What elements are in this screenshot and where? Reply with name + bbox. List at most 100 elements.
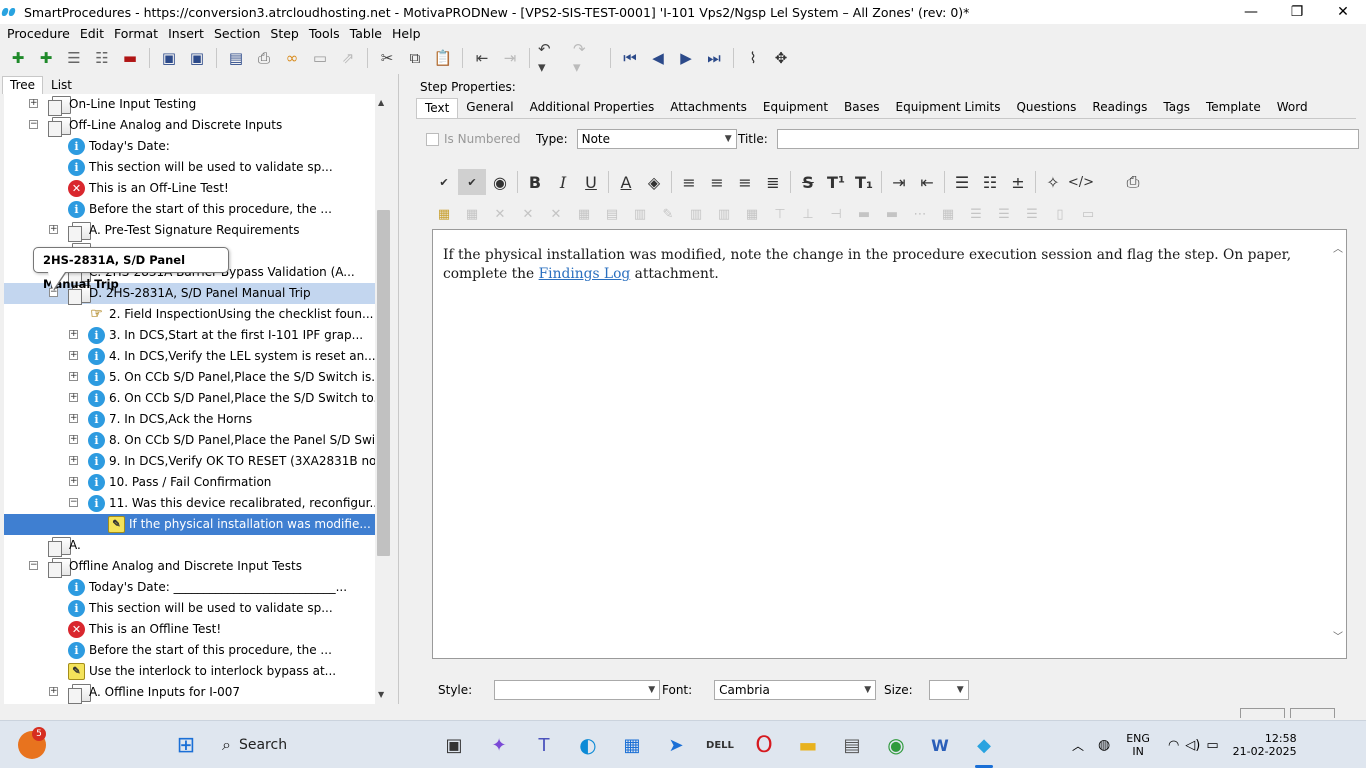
delete-icon[interactable]: ▬ [119, 47, 141, 69]
tab-text[interactable]: Text [416, 98, 459, 118]
strikethrough-icon[interactable]: S [794, 169, 822, 195]
insert-col-left-icon[interactable]: ▥ [685, 204, 707, 224]
indent-list-icon[interactable]: ☰ [63, 47, 85, 69]
move-right-icon[interactable]: ⇥ [499, 47, 521, 69]
publish-icon[interactable]: ▤ [225, 47, 247, 69]
insert-row-above-icon[interactable]: ⊤ [769, 204, 791, 224]
collapse-icon[interactable]: − [69, 498, 78, 507]
first-icon[interactable]: ⏮ [619, 47, 641, 69]
windows-start-icon[interactable]: ⊞ [172, 731, 200, 759]
next-icon[interactable]: ▶ [675, 47, 697, 69]
tree-row[interactable]: + i 8. On CCb S/D Panel,Place the Panel S/… [4, 430, 375, 451]
tree-row[interactable]: ✕ This is an Offline Test! [4, 619, 375, 640]
tree-row[interactable]: + A. Offline Inputs for I-007 [4, 682, 375, 704]
tree-row[interactable]: i This section will be used to validate s… [4, 598, 375, 619]
volume-icon[interactable]: ◁) [1185, 738, 1200, 753]
menu-help[interactable]: Help [387, 26, 426, 41]
dell-icon[interactable]: DELL [706, 731, 734, 759]
save-icon[interactable]: ▣ [186, 47, 208, 69]
language-indicator[interactable]: ENG IN [1126, 732, 1150, 758]
tree-row[interactable]: + On-Line Input Testing [4, 94, 375, 116]
copilot-icon[interactable]: ✦ [485, 731, 513, 759]
editor-scrollbar[interactable]: ︿ ﹀ [1330, 230, 1346, 658]
tab-attachments[interactable]: Attachments [662, 98, 755, 118]
align-middle-icon[interactable]: ☰ [993, 204, 1015, 224]
menu-insert[interactable]: Insert [163, 26, 209, 41]
font-select[interactable]: Cambria ▼ [714, 680, 877, 700]
horizontal-rule-icon[interactable]: ± [1004, 169, 1032, 195]
cell-props-icon[interactable]: ▦ [573, 204, 595, 224]
add-child-icon[interactable]: ✚ [35, 47, 57, 69]
edge-icon[interactable]: ◐ [574, 731, 602, 759]
style-select[interactable]: ▼ [494, 680, 661, 700]
word-icon[interactable]: W [926, 731, 954, 759]
tree-row[interactable]: ✎ If the physical installation was modifi… [4, 514, 375, 535]
tree-row[interactable]: + i 5. On CCb S/D Panel,Place the S/D Swit… [4, 367, 375, 388]
align-left-icon[interactable]: ≡ [675, 169, 703, 195]
tab-bases[interactable]: Bases [836, 98, 887, 118]
menu-section[interactable]: Section [209, 26, 265, 41]
tab-additional-properties[interactable]: Additional Properties [522, 98, 663, 118]
move-left-icon[interactable]: ⇤ [471, 47, 493, 69]
wifi-icon[interactable]: ◠ [1168, 738, 1179, 753]
highlight-icon[interactable]: ◈ [640, 169, 668, 195]
task-view-icon[interactable]: ▣ [440, 731, 468, 759]
column-width-icon[interactable]: ▯ [1049, 204, 1071, 224]
align-center-icon[interactable]: ≡ [703, 169, 731, 195]
step-text-editor[interactable]: If the physical installation was modifie… [432, 229, 1347, 659]
tree-row[interactable]: + A. Pre-Test Signature Requirements [4, 220, 375, 242]
tree-row[interactable]: − i 11. Was this device recalibrated, reco… [4, 493, 375, 514]
tree-row[interactable]: − Offline Analog and Discrete Input Tests [4, 556, 375, 578]
clock[interactable]: 12:58 21-02-2025 [1233, 732, 1297, 758]
expand-icon[interactable]: + [69, 372, 78, 381]
scrollbar-thumb[interactable] [377, 210, 390, 556]
edit-cell-icon[interactable]: ✎ [657, 204, 679, 224]
move-icon[interactable]: ✥ [770, 47, 792, 69]
tree-row[interactable]: i Today's Date: [4, 136, 375, 157]
tree-row[interactable]: + i 9. In DCS,Verify OK TO RESET (3XA2831B… [4, 451, 375, 472]
expand-icon[interactable]: + [69, 456, 78, 465]
chevron-up-icon[interactable]: ︿ [1072, 737, 1084, 754]
tab-tree[interactable]: Tree [2, 76, 44, 94]
outdent-icon[interactable]: ⇤ [913, 169, 941, 195]
size-select[interactable]: ▼ [928, 680, 969, 700]
subscript-icon[interactable]: T₁ [850, 169, 878, 195]
opera-icon[interactable]: O [750, 731, 778, 759]
menu-procedure[interactable]: Procedure [2, 26, 75, 41]
taskbar-search[interactable]: ⌕ Search [212, 729, 432, 761]
grid-icon[interactable]: ▦ [937, 204, 959, 224]
tab-list[interactable]: List [43, 76, 80, 94]
findings-log-link[interactable]: Findings Log [539, 266, 631, 282]
tree-row[interactable]: + i 4. In DCS,Verify the LEL system is res… [4, 346, 375, 367]
app-icon[interactable]: ▤ [838, 731, 866, 759]
justify-icon[interactable]: ≣ [759, 169, 787, 195]
tab-tags[interactable]: Tags [1155, 98, 1198, 118]
app-icon[interactable]: ➤ [662, 731, 690, 759]
menu-format[interactable]: Format [109, 26, 163, 41]
tab-readings[interactable]: Readings [1084, 98, 1155, 118]
network-status-icon[interactable]: ◍ [1098, 737, 1110, 753]
delete-col-icon[interactable]: ✕ [545, 204, 567, 224]
expand-icon[interactable]: + [49, 687, 58, 696]
type-select[interactable]: Note ▼ [576, 129, 737, 149]
tree-row[interactable]: + i 6. On CCb S/D Panel,Place the S/D Swit… [4, 388, 375, 409]
tab-equipment-limits[interactable]: Equipment Limits [888, 98, 1009, 118]
tree-row[interactable]: + i 7. In DCS,Ack the Horns [4, 409, 375, 430]
outdent-list-icon[interactable]: ☷ [91, 47, 113, 69]
spell-check-icon[interactable]: ✔ [430, 169, 458, 195]
numbered-list-icon[interactable]: ☷ [976, 169, 1004, 195]
cut-icon[interactable]: ✂ [376, 47, 398, 69]
pane-splitter[interactable] [398, 74, 406, 704]
save-copy-icon[interactable]: ▣ [158, 47, 180, 69]
export-icon[interactable]: ⇗ [337, 47, 359, 69]
redo-icon[interactable]: ↷ ▾ [573, 40, 595, 76]
last-icon[interactable]: ⏭ [703, 47, 725, 69]
tab-questions[interactable]: Questions [1008, 98, 1084, 118]
print-preview-icon[interactable]: ⎙ [1119, 169, 1147, 195]
expand-icon[interactable]: + [69, 414, 78, 423]
scroll-up-icon[interactable]: ▲ [378, 98, 384, 107]
split-cell-icon[interactable]: ▬ [881, 204, 903, 224]
menu-edit[interactable]: Edit [75, 26, 109, 41]
menu-step[interactable]: Step [265, 26, 303, 41]
html-source-icon[interactable]: </> [1067, 169, 1095, 195]
